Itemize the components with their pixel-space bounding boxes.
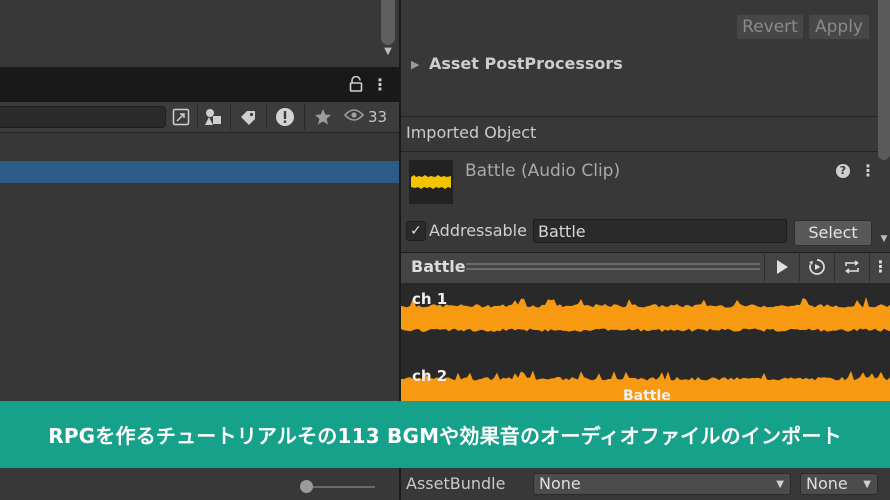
asset-bundle-name-dropdown[interactable]: None ▼	[533, 473, 791, 495]
lock-icon[interactable]	[349, 75, 363, 92]
inspector-more-options-icon[interactable]: ⋮	[860, 161, 876, 181]
inspector-scrollbar-thumb[interactable]	[878, 0, 890, 160]
waveform-thumbnail-icon	[411, 175, 451, 189]
preview-more-options-icon[interactable]: ⋮	[869, 252, 890, 282]
separator	[401, 116, 878, 117]
channel-2-label: ch 2	[412, 367, 448, 385]
separator	[401, 151, 878, 152]
address-field[interactable]: Battle	[533, 219, 787, 243]
imported-object-header: Imported Object	[406, 123, 537, 142]
project-tab-bar	[0, 67, 399, 102]
play-button[interactable]	[764, 252, 799, 282]
foldout-arrow-icon[interactable]: ▶	[411, 58, 419, 71]
dropdown-arrow-icon: ▼	[776, 479, 784, 490]
search-by-type-icon[interactable]	[168, 104, 194, 130]
filter-by-type-icon[interactable]	[197, 104, 230, 130]
inspector-scroll-down-icon[interactable]: ▼	[879, 234, 889, 244]
addressable-label: Addressable	[429, 221, 527, 240]
loop-button[interactable]	[834, 252, 869, 282]
icon-size-slider-handle[interactable]	[300, 480, 313, 493]
preview-resize-grip[interactable]	[466, 263, 760, 270]
imported-object-title: Battle (Audio Clip)	[465, 161, 621, 181]
addressable-checkbox[interactable]: ✓	[406, 221, 426, 241]
eye-icon	[343, 108, 365, 126]
preview-title: Battle	[411, 257, 466, 276]
auto-play-button[interactable]	[799, 252, 834, 282]
asset-bundle-label: AssetBundle	[406, 474, 506, 493]
audio-clip-thumbnail	[409, 160, 453, 204]
search-input[interactable]	[0, 106, 166, 128]
asset-postprocessors-foldout[interactable]: Asset PostProcessors	[429, 54, 623, 73]
visible-count-label: 33	[368, 108, 388, 126]
play-icon	[777, 260, 788, 274]
asset-bundle-variant-dropdown[interactable]: None ▼	[800, 473, 878, 495]
revert-button[interactable]: Revert	[736, 14, 804, 40]
select-button[interactable]: Select	[794, 220, 872, 246]
auto-play-icon	[809, 259, 825, 275]
help-icon[interactable]: ?	[836, 164, 850, 178]
visible-count[interactable]: 33	[343, 104, 398, 130]
favorites-star-icon[interactable]	[304, 104, 341, 130]
banner-title: RPGを作るチュートリアルその113 BGMや効果音のオーディオファイルのインポ…	[48, 424, 842, 448]
selected-list-row[interactable]	[0, 161, 399, 183]
channel-1-waveform	[401, 297, 890, 332]
asset-bundle-name-value: None	[539, 474, 581, 493]
channel-1-label: ch 1	[412, 290, 448, 308]
more-options-icon[interactable]: ⋮	[372, 76, 388, 94]
icon-size-slider-track[interactable]	[305, 486, 375, 488]
filter-by-label-icon[interactable]	[230, 104, 265, 130]
log-warning-icon[interactable]	[266, 104, 303, 130]
apply-button[interactable]: Apply	[808, 14, 870, 40]
hierarchy-panel-top	[0, 0, 399, 67]
left-scrollbar-thumb[interactable]	[381, 0, 395, 45]
scroll-down-arrow-icon[interactable]: ▼	[382, 46, 394, 58]
project-footer	[0, 468, 399, 500]
asset-bundle-variant-value: None	[806, 474, 848, 493]
loop-icon	[845, 260, 859, 274]
dropdown-arrow-icon: ▼	[863, 479, 871, 490]
